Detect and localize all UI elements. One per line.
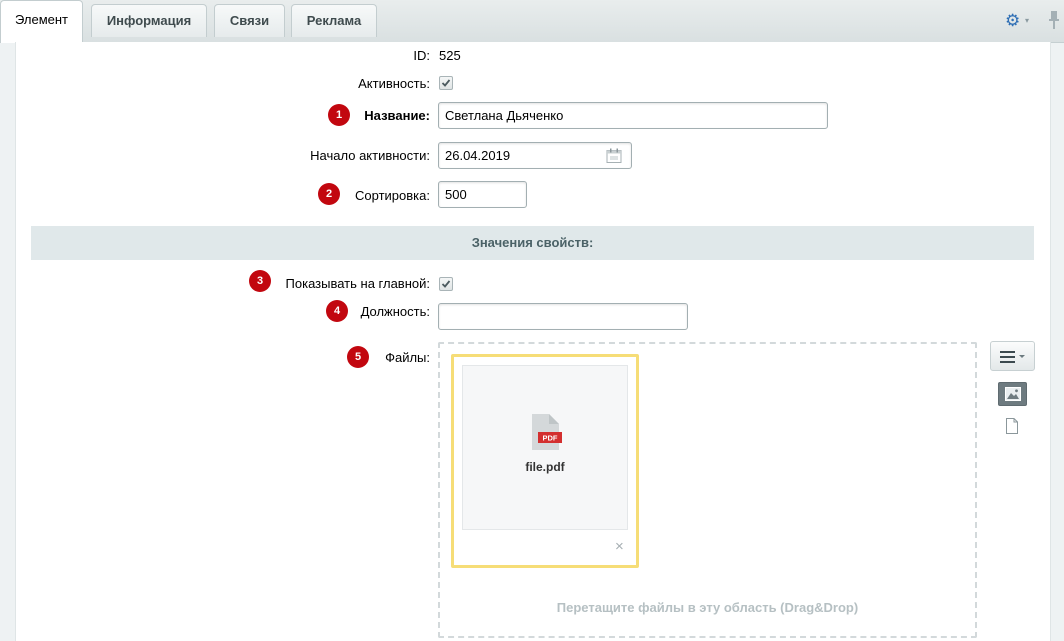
view-menu-button[interactable] <box>990 341 1035 371</box>
start-date-value: 26.04.2019 <box>445 148 511 163</box>
drop-hint: Перетащите файлы в эту область (Drag&Dro… <box>556 600 859 615</box>
properties-section-header: Значения свойств: <box>31 226 1034 260</box>
remove-file-button[interactable]: × <box>615 539 624 554</box>
position-label: Должность: <box>360 304 430 319</box>
id-label: ID: <box>413 48 430 63</box>
hint-badge-3: 3 <box>249 270 271 292</box>
hint-badge-5: 5 <box>347 346 369 368</box>
pdf-badge-text: PDF <box>543 434 558 443</box>
show-on-main-label: Показывать на главной: <box>285 276 430 291</box>
pdf-file-icon: PDF <box>532 414 562 450</box>
calendar-icon[interactable] <box>606 148 622 164</box>
pin-icon[interactable] <box>1048 10 1060 30</box>
tab-element[interactable]: Элемент <box>0 0 83 43</box>
file-item[interactable]: PDF file.pdf × <box>451 354 639 568</box>
name-input[interactable]: Светлана Дьяченко <box>438 102 828 129</box>
tab-links[interactable]: Связи <box>214 4 285 37</box>
sort-label: Сортировка: <box>355 188 430 203</box>
chevron-down-icon: ▾ <box>1025 16 1030 25</box>
tab-bar: Элемент Информация Связи Реклама ⚙ ▾ <box>0 0 1064 43</box>
show-on-main-checkbox[interactable] <box>439 277 453 291</box>
name-label: Название: <box>364 108 430 123</box>
image-icon <box>1005 387 1021 401</box>
element-form: ID: 525 Активность: 1 Название: Светлана… <box>15 42 1051 641</box>
start-date-input[interactable]: 26.04.2019 <box>438 142 632 169</box>
tab-information[interactable]: Информация <box>91 4 207 37</box>
menu-icon <box>1000 351 1025 363</box>
active-checkbox[interactable] <box>439 76 453 90</box>
files-label: Файлы: <box>385 350 430 365</box>
start-date-label: Начало активности: <box>310 148 430 163</box>
tab-advertising[interactable]: Реклама <box>291 4 377 37</box>
document-icon[interactable] <box>1006 418 1018 434</box>
settings-button[interactable]: ⚙ ▾ <box>1005 12 1035 30</box>
active-label: Активность: <box>358 76 430 91</box>
id-value: 525 <box>439 48 461 63</box>
image-view-button[interactable] <box>998 382 1027 406</box>
sort-input[interactable]: 500 <box>438 181 527 208</box>
position-input[interactable] <box>438 303 688 330</box>
gear-icon: ⚙ <box>1005 11 1021 30</box>
file-name: file.pdf <box>525 460 565 474</box>
hint-badge-1: 1 <box>328 104 350 126</box>
hint-badge-4: 4 <box>326 300 348 322</box>
hint-badge-2: 2 <box>318 183 340 205</box>
file-preview: PDF file.pdf <box>462 365 628 530</box>
file-drop-zone[interactable]: PDF file.pdf × Перетащите файлы в эту об… <box>438 342 977 638</box>
